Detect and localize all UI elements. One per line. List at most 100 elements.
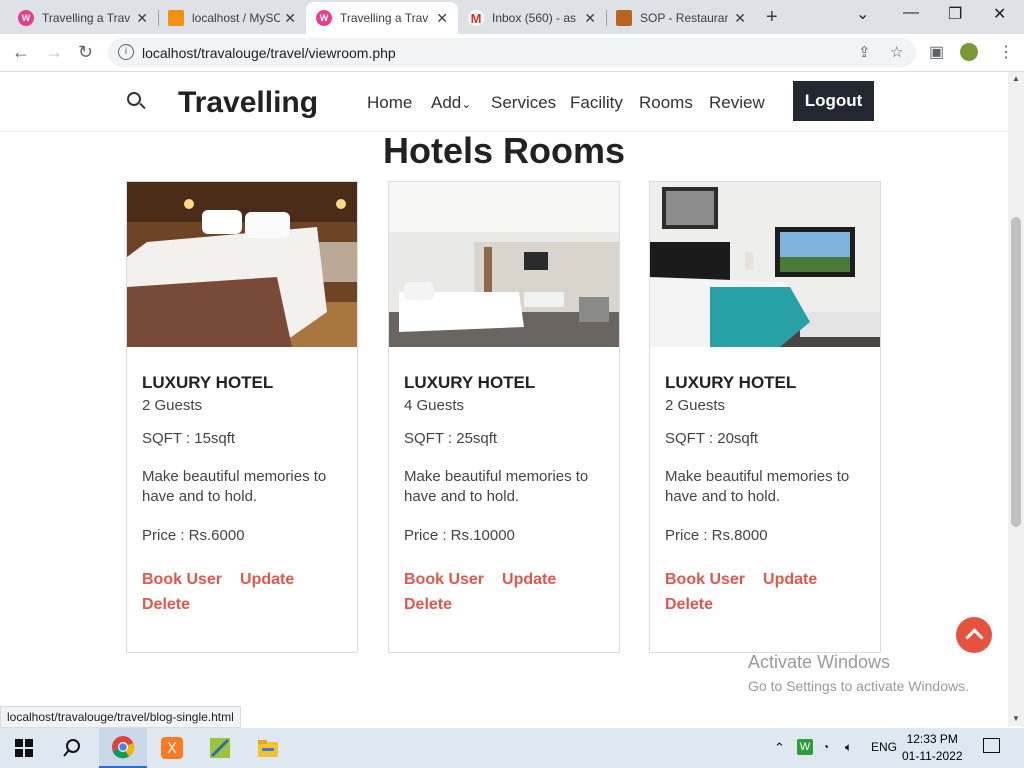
- menu-kebab-icon[interactable]: ⋮: [998, 42, 1014, 62]
- room-price: Price : Rs.6000: [142, 527, 245, 544]
- room-sqft: SQFT : 25sqft: [404, 430, 498, 447]
- room-description: Make beautiful memories to have and to h…: [404, 468, 589, 505]
- browser-tab-4[interactable]: M Inbox (560) - as ✕: [458, 2, 606, 34]
- room-photo: [650, 182, 880, 347]
- scrollbar-thumb[interactable]: [1011, 217, 1021, 527]
- room-sqft: SQFT : 20sqft: [665, 430, 759, 447]
- room-actions: Book User Update Delete: [142, 567, 342, 617]
- volume-icon[interactable]: 🔈︎: [845, 740, 852, 755]
- room-actions: Book User Update Delete: [404, 567, 604, 617]
- site-brand[interactable]: Travelling: [178, 86, 318, 120]
- window-close-icon[interactable]: ✕: [993, 4, 1006, 24]
- page-scrollbar[interactable]: ▲ ▼: [1008, 72, 1024, 726]
- chevron-up-icon[interactable]: ⌃: [774, 740, 785, 756]
- chrome-taskbar-icon[interactable]: [99, 728, 147, 768]
- room-guests: 2 Guests: [665, 397, 726, 414]
- menu-review[interactable]: Review: [709, 93, 765, 113]
- taskbar-clock[interactable]: 12:33 PM 01-11-2022: [902, 731, 963, 765]
- svg-text:X: X: [167, 741, 177, 757]
- watermark-title: Activate Windows: [748, 652, 891, 672]
- room-sqft: SQFT : 15sqft: [142, 430, 236, 447]
- logout-button[interactable]: Logout: [793, 81, 874, 121]
- room-guests: 2 Guests: [142, 397, 203, 414]
- watermark-subtitle: Go to Settings to activate Windows.: [748, 678, 969, 694]
- room-photo: [389, 182, 619, 347]
- link-status-bubble: localhost/travalouge/travel/blog-single.…: [0, 706, 241, 728]
- scroll-up-arrow-icon[interactable]: ▲: [1012, 74, 1020, 83]
- browser-tab-5[interactable]: SOP - Restaurant ✕: [606, 2, 756, 34]
- language-indicator[interactable]: ENG: [871, 740, 897, 754]
- xampp-taskbar-icon[interactable]: X: [148, 728, 196, 768]
- room-guests: 4 Guests: [404, 397, 465, 414]
- browser-tab-3-active[interactable]: W Travelling a Trav ✕: [306, 2, 458, 34]
- page-title: Hotels Rooms: [382, 130, 626, 171]
- restore-icon[interactable]: ❐: [948, 4, 962, 24]
- delete-link[interactable]: Delete: [404, 596, 452, 613]
- site-info-icon[interactable]: i: [118, 44, 134, 60]
- browser-tab-1[interactable]: W Travelling a Trav ✕: [8, 2, 158, 34]
- profile-avatar[interactable]: [960, 43, 978, 61]
- wifi-icon[interactable]: ◔: [822, 740, 829, 754]
- bookmark-star-icon[interactable]: ☆: [890, 43, 903, 61]
- restaurant-favicon-icon: [616, 10, 632, 26]
- notifications-icon[interactable]: [983, 738, 1000, 753]
- file-explorer-icon[interactable]: [244, 728, 292, 768]
- search-icon[interactable]: [127, 92, 141, 106]
- gmail-favicon-icon: M: [468, 10, 484, 26]
- address-bar[interactable]: i localhost/travalouge/travel/viewroom.p…: [108, 38, 916, 67]
- menu-add[interactable]: Add⌄: [431, 93, 471, 113]
- room-name: LUXURY HOTEL: [665, 373, 797, 392]
- book-user-link[interactable]: Book User: [142, 571, 222, 588]
- tab-title: Travelling a Trav: [42, 11, 130, 25]
- room-card: LUXURY HOTEL 2 Guests SQFT : 15sqft Make…: [126, 181, 358, 653]
- tab-title: SOP - Restaurant: [640, 11, 728, 25]
- tab-title: Inbox (560) - as: [492, 11, 577, 25]
- travel-site-favicon-icon: W: [18, 10, 34, 26]
- tab-strip: W Travelling a Trav ✕ localhost / MySC ✕…: [0, 0, 1024, 34]
- close-icon[interactable]: ✕: [284, 10, 296, 27]
- close-icon[interactable]: ✕: [584, 10, 596, 27]
- menu-add-label: Add: [431, 93, 462, 112]
- minimize-icon[interactable]: —: [903, 4, 919, 22]
- update-link[interactable]: Update: [240, 571, 294, 588]
- delete-link[interactable]: Delete: [142, 596, 190, 613]
- close-icon[interactable]: ✕: [436, 10, 448, 27]
- close-icon[interactable]: ✕: [136, 10, 148, 27]
- browser-tab-2[interactable]: localhost / MySC ✕: [158, 2, 306, 34]
- book-user-link[interactable]: Book User: [404, 571, 484, 588]
- room-actions: Book User Update Delete: [665, 567, 865, 617]
- room-price: Price : Rs.10000: [404, 527, 515, 544]
- tool-taskbar-icon[interactable]: [196, 728, 244, 768]
- back-arrow-icon[interactable]: ←: [12, 42, 30, 63]
- clock-date: 01-11-2022: [902, 749, 963, 763]
- close-icon[interactable]: ✕: [734, 10, 746, 27]
- new-tab-icon[interactable]: +: [766, 6, 778, 29]
- menu-services[interactable]: Services: [491, 93, 556, 113]
- delete-link[interactable]: Delete: [665, 596, 713, 613]
- scroll-down-arrow-icon[interactable]: ▼: [1012, 714, 1020, 723]
- back-to-top-button[interactable]: [956, 617, 992, 653]
- room-photo: [127, 182, 357, 347]
- tray-app-icon[interactable]: W: [797, 739, 813, 755]
- address-url[interactable]: localhost/travalouge/travel/viewroom.php: [142, 45, 396, 61]
- tab-search-chevron-icon[interactable]: ⌄: [856, 4, 869, 24]
- book-user-link[interactable]: Book User: [665, 571, 745, 588]
- share-icon[interactable]: ⇪: [858, 43, 871, 61]
- phpmyadmin-favicon-icon: [168, 10, 184, 26]
- browser-toolbar: ← → ↻ i localhost/travalouge/travel/view…: [0, 34, 1024, 72]
- update-link[interactable]: Update: [502, 571, 556, 588]
- tab-title: Travelling a Trav: [340, 11, 428, 25]
- reload-icon[interactable]: ↻: [78, 42, 93, 63]
- search-icon[interactable]: [48, 728, 96, 768]
- clock-time: 12:33 PM: [906, 732, 958, 746]
- update-link[interactable]: Update: [763, 571, 817, 588]
- tab-title: localhost / MySC: [192, 11, 280, 25]
- menu-rooms[interactable]: Rooms: [639, 93, 693, 113]
- forward-arrow-icon[interactable]: →: [45, 42, 63, 63]
- menu-home[interactable]: Home: [367, 93, 412, 113]
- start-windows-icon[interactable]: [0, 728, 48, 768]
- menu-facility[interactable]: Facility: [570, 93, 623, 113]
- room-name: LUXURY HOTEL: [142, 373, 274, 392]
- side-panel-icon[interactable]: ▣: [929, 42, 944, 62]
- room-name: LUXURY HOTEL: [404, 373, 536, 392]
